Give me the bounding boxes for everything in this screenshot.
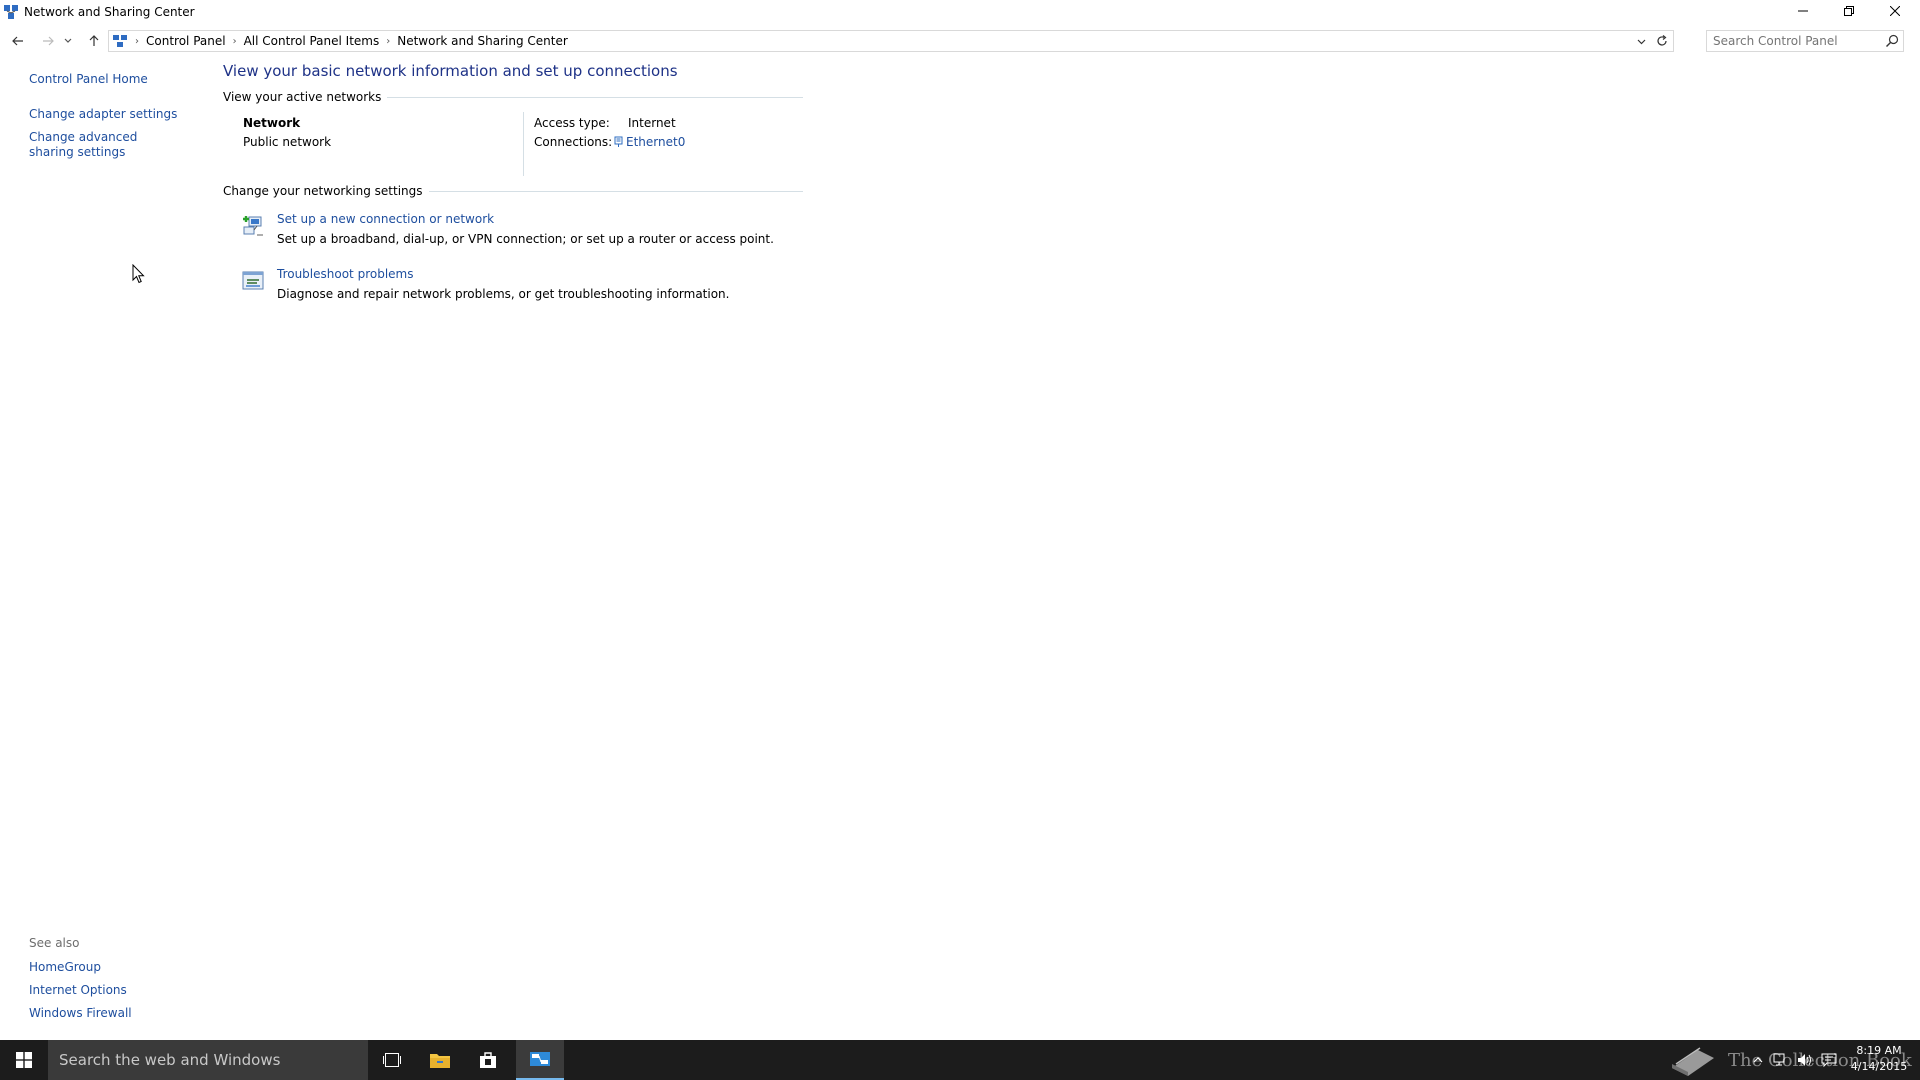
control-panel-home-link[interactable]: Control Panel Home	[29, 72, 199, 87]
active-network-panel: Network Public network Access type: Inter…	[223, 112, 803, 184]
windows-logo-icon	[16, 1052, 32, 1068]
window-title: Network and Sharing Center	[24, 5, 195, 19]
chevron-down-icon	[64, 38, 72, 43]
section-divider	[428, 190, 803, 192]
breadcrumb-control-panel[interactable]: Control Panel	[146, 34, 226, 48]
back-arrow-icon	[12, 36, 23, 46]
active-networks-header: View your active networks	[223, 90, 803, 104]
page-title: View your basic network information and …	[223, 62, 678, 80]
ethernet-icon	[614, 136, 623, 147]
minimize-button[interactable]	[1780, 0, 1826, 22]
troubleshoot-problems-desc: Diagnose and repair network problems, or…	[277, 287, 730, 301]
change-settings-label: Change your networking settings	[223, 184, 423, 198]
start-button[interactable]	[0, 1040, 48, 1080]
change-settings-header: Change your networking settings	[223, 184, 803, 198]
action-center-button[interactable]	[1818, 1040, 1840, 1080]
book-logo-icon	[1672, 1047, 1714, 1076]
chevron-down-icon	[1637, 39, 1645, 44]
change-adapter-settings-link[interactable]: Change adapter settings	[29, 107, 199, 122]
breadcrumb-separator: ›	[386, 35, 391, 47]
windows-firewall-link[interactable]: Windows Firewall	[29, 1006, 199, 1021]
search-box[interactable]	[1706, 30, 1904, 52]
active-networks-label: View your active networks	[223, 90, 382, 104]
access-type-value: Internet	[628, 116, 676, 130]
folder-icon	[430, 1054, 450, 1068]
clock-time: 8:19 AM	[1856, 1044, 1902, 1057]
up-arrow-icon	[89, 35, 99, 46]
up-button[interactable]	[84, 31, 104, 51]
search-icon	[1886, 34, 1899, 47]
new-connection-icon	[243, 216, 263, 236]
close-button[interactable]	[1872, 0, 1918, 22]
homegroup-link[interactable]: HomeGroup	[29, 960, 199, 975]
search-input[interactable]	[1707, 34, 1877, 48]
internet-options-link[interactable]: Internet Options	[29, 983, 199, 998]
volume-icon	[1798, 1054, 1811, 1066]
store-bag-icon	[480, 1052, 496, 1068]
network-icon	[1773, 1053, 1785, 1066]
breadcrumb-separator: ›	[232, 35, 237, 47]
breadcrumb-separator: ›	[135, 35, 139, 47]
show-hidden-icons-button[interactable]	[1748, 1040, 1768, 1080]
setup-new-connection-desc: Set up a broadband, dial-up, or VPN conn…	[277, 232, 774, 246]
control-panel-icon	[113, 35, 127, 47]
network-tray-button[interactable]	[1770, 1040, 1792, 1080]
file-explorer-button[interactable]	[416, 1040, 464, 1080]
mouse-cursor-icon	[132, 264, 145, 284]
main-content: View your basic network information and …	[223, 62, 803, 322]
notification-icon	[1821, 1053, 1837, 1067]
restore-icon	[1844, 6, 1854, 16]
chevron-up-icon	[1753, 1057, 1763, 1063]
forward-button[interactable]	[38, 31, 58, 51]
see-also-section: See also HomeGroup Internet Options Wind…	[29, 936, 199, 1029]
network-sharing-icon	[530, 1052, 550, 1066]
connections-row: Connections: Ethernet0	[534, 135, 685, 149]
section-divider	[387, 96, 803, 98]
address-row: › Control Panel › All Control Panel Item…	[0, 28, 1920, 54]
restore-button[interactable]	[1826, 0, 1872, 22]
back-button[interactable]	[8, 31, 28, 51]
recent-locations-button[interactable]	[62, 31, 74, 51]
title-bar: Network and Sharing Center	[0, 0, 1920, 24]
close-icon	[1890, 6, 1900, 16]
breadcrumb-all-items[interactable]: All Control Panel Items	[244, 34, 380, 48]
refresh-button[interactable]	[1653, 32, 1671, 50]
task-new-connection: Set up a new connection or network Set u…	[223, 212, 803, 267]
access-type-label: Access type:	[534, 116, 610, 130]
setup-new-connection-link[interactable]: Set up a new connection or network	[277, 212, 494, 226]
minimize-icon	[1798, 10, 1808, 12]
troubleshoot-icon	[242, 271, 264, 290]
ethernet0-link[interactable]: Ethernet0	[626, 135, 685, 149]
breadcrumb-network-sharing[interactable]: Network and Sharing Center	[397, 34, 568, 48]
taskbar-search-text: Search the web and Windows	[59, 1051, 281, 1069]
address-dropdown-button[interactable]	[1633, 33, 1649, 49]
clock-date: 4/14/2015	[1850, 1060, 1908, 1073]
left-pane: Control Panel Home Change adapter settin…	[29, 72, 199, 160]
task-troubleshoot: Troubleshoot problems Diagnose and repai…	[223, 267, 803, 322]
network-type[interactable]: Public network	[243, 135, 331, 149]
forward-arrow-icon	[43, 36, 54, 46]
change-advanced-sharing-link[interactable]: Change advanced sharing settings	[29, 130, 179, 160]
refresh-icon	[1657, 35, 1667, 46]
store-button[interactable]	[464, 1040, 512, 1080]
network-name: Network	[243, 116, 301, 130]
taskbar-clock[interactable]: 8:19 AM 4/14/2015	[1844, 1043, 1914, 1075]
taskbar-search-box[interactable]: Search the web and Windows	[48, 1040, 368, 1080]
volume-tray-button[interactable]	[1794, 1040, 1816, 1080]
task-view-icon	[383, 1053, 401, 1067]
task-view-button[interactable]	[368, 1040, 416, 1080]
taskbar: Search the web and Windows The Collectio…	[0, 1040, 1920, 1080]
vertical-divider	[523, 112, 524, 176]
see-also-header: See also	[29, 936, 80, 950]
troubleshoot-problems-link[interactable]: Troubleshoot problems	[277, 267, 413, 281]
control-panel-taskbar-button[interactable]	[516, 1040, 564, 1080]
access-type-row: Access type: Internet	[534, 116, 676, 130]
address-bar[interactable]: › Control Panel › All Control Panel Item…	[108, 30, 1674, 52]
network-sharing-icon	[4, 5, 18, 19]
